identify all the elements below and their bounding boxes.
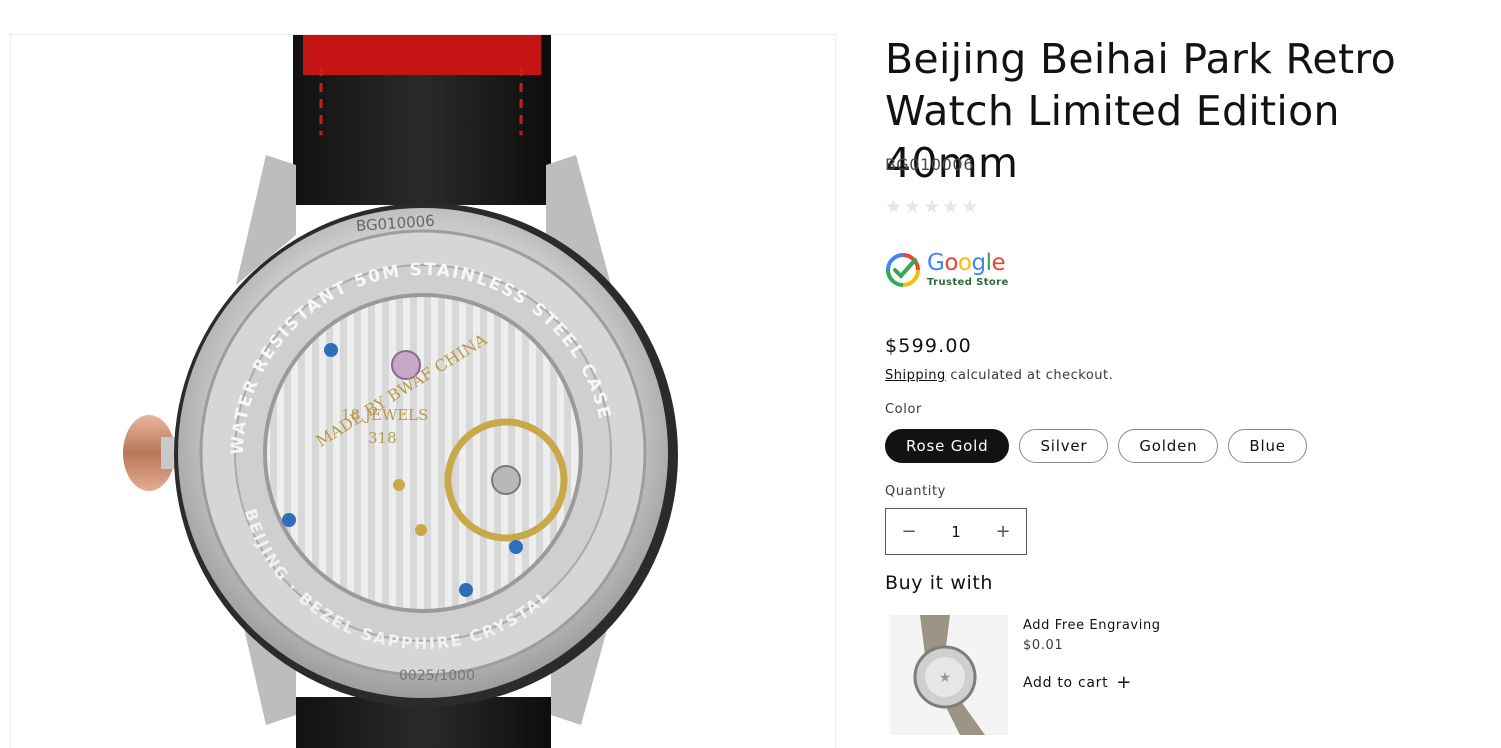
color-option-silver[interactable]: Silver — [1019, 429, 1109, 463]
quantity-decrease-button[interactable]: − — [886, 521, 932, 542]
star-icon: ★ — [885, 196, 903, 218]
google-trusted-store-badge[interactable]: Google Trusted Store — [885, 251, 1009, 288]
watch-back-image: BG010006 MADE BY BWAF CHINA 18 JEWELS 31… — [123, 35, 678, 748]
color-label: Color — [885, 402, 922, 417]
addon-add-to-cart-button[interactable]: Add to cart + — [1023, 672, 1133, 693]
rating-stars[interactable]: ★ ★ ★ ★ ★ — [885, 197, 978, 217]
product-price: $599.00 — [885, 335, 972, 357]
jewels-engraving: 18 JEWELS — [341, 406, 428, 424]
addon-price: $0.01 — [1023, 638, 1064, 653]
svg-text:★: ★ — [939, 670, 952, 686]
buy-it-with-heading: Buy it with — [885, 572, 994, 594]
product-image-gallery[interactable]: BG010006 MADE BY BWAF CHINA 18 JEWELS 31… — [10, 34, 836, 748]
shipping-text: calculated at checkout. — [945, 368, 1114, 383]
star-icon: ★ — [942, 196, 960, 218]
color-options: Rose Gold Silver Golden Blue — [885, 429, 1307, 463]
add-to-cart-label: Add to cart — [1023, 675, 1109, 691]
star-icon: ★ — [923, 196, 941, 218]
shipping-note: Shipping calculated at checkout. — [885, 368, 1113, 383]
star-icon: ★ — [961, 196, 979, 218]
quantity-input[interactable]: 1 — [951, 523, 961, 541]
addon-title[interactable]: Add Free Engraving — [1023, 618, 1161, 633]
star-icon: ★ — [904, 196, 922, 218]
plus-icon: + — [1116, 672, 1133, 693]
trusted-store-label: Trusted Store — [927, 277, 1009, 288]
edition-engraving: 0025/1000 — [399, 668, 475, 684]
shipping-link[interactable]: Shipping — [885, 368, 946, 383]
quantity-label: Quantity — [885, 484, 946, 499]
caliber-engraving: 318 — [368, 429, 397, 447]
quantity-increase-button[interactable]: + — [980, 521, 1026, 542]
product-sku: BG010006 — [885, 155, 974, 174]
google-check-icon — [886, 252, 920, 287]
quantity-stepper: − 1 + — [885, 508, 1027, 555]
product-title: Beijing Beihai Park Retro Watch Limited … — [885, 35, 1396, 187]
engraving-product-image[interactable]: ★ — [890, 615, 1008, 735]
google-wordmark: Google — [927, 250, 1006, 276]
color-option-golden[interactable]: Golden — [1118, 429, 1219, 463]
watch-thumbnail-image: ★ — [890, 615, 1008, 735]
color-option-rose-gold[interactable]: Rose Gold — [885, 429, 1010, 463]
color-option-blue[interactable]: Blue — [1228, 429, 1307, 463]
